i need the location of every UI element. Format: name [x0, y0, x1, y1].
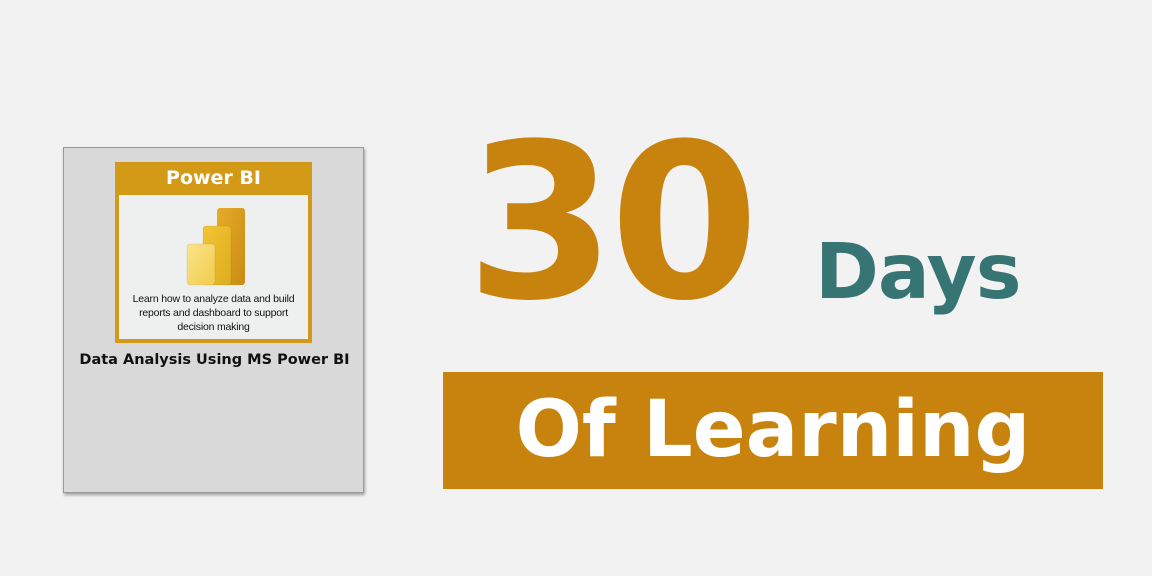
banner-text: Of Learning	[515, 385, 1031, 475]
power-bi-logo-icon	[186, 208, 245, 286]
headline-unit: Days	[815, 228, 1022, 317]
tile-body: Learn how to analyze data and build repo…	[119, 195, 308, 339]
course-card[interactable]: Power BI Learn how to analyze data and b…	[63, 147, 364, 493]
learning-banner: Of Learning	[443, 372, 1103, 489]
power-bi-tile: Power BI Learn how to analyze data and b…	[115, 162, 312, 343]
headline-number: 30	[466, 97, 759, 348]
course-title: Data Analysis Using MS Power BI	[79, 352, 350, 368]
tile-description: Learn how to analyze data and build repo…	[132, 293, 295, 333]
tile-title: Power BI	[166, 167, 261, 189]
